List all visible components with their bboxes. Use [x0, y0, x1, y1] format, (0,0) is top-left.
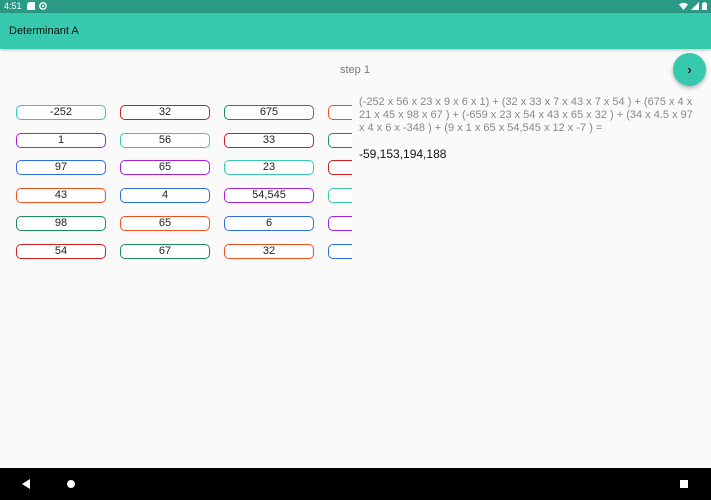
chevron-right-icon: › [687, 62, 692, 77]
determinant-result: -59,153,194,188 [359, 147, 447, 161]
matrix-cell[interactable]: 43 [16, 188, 106, 203]
next-step-button[interactable]: › [673, 53, 706, 86]
matrix-cell[interactable] [328, 188, 352, 203]
home-icon[interactable] [67, 480, 75, 488]
matrix-cell[interactable]: 675 [224, 105, 314, 120]
matrix-cell[interactable]: 23 [224, 160, 314, 175]
matrix-cell[interactable]: 1 [16, 133, 106, 148]
app-bar: Determinant A [0, 13, 711, 49]
battery-icon [702, 2, 707, 10]
matrix-cell[interactable]: 6 [224, 216, 314, 231]
matrix-cell[interactable]: 56 [120, 133, 210, 148]
matrix-cell[interactable]: 65 [120, 160, 210, 175]
matrix-cell[interactable] [328, 160, 352, 175]
determinant-formula: (-252 x 56 x 23 x 9 x 6 x 1) + (32 x 33 … [359, 96, 693, 134]
wifi-icon [679, 2, 688, 10]
matrix-cell[interactable]: -252 [16, 105, 106, 120]
matrix-cell[interactable]: 65 [120, 216, 210, 231]
status-right [679, 2, 707, 10]
matrix-cell[interactable]: 98 [16, 216, 106, 231]
matrix-cell[interactable]: 33 [224, 133, 314, 148]
matrix-cell[interactable]: 54 [16, 244, 106, 259]
status-bar: 4:51 [0, 0, 711, 13]
matrix-cell[interactable]: 4 [120, 188, 210, 203]
matrix-cell[interactable]: 67 [120, 244, 210, 259]
app-title: Determinant A [9, 25, 79, 37]
recent-apps-icon[interactable] [680, 480, 688, 488]
matrix-cell[interactable]: 54,545 [224, 188, 314, 203]
matrix-cell[interactable] [328, 105, 352, 120]
matrix-cell[interactable] [328, 133, 352, 148]
matrix-cell[interactable]: 32 [224, 244, 314, 259]
step-label: step 1 [340, 64, 370, 76]
matrix-cell[interactable] [328, 244, 352, 259]
matrix-cell[interactable]: 32 [120, 105, 210, 120]
sd-card-icon [27, 2, 35, 10]
matrix-grid: -252 32 675 1 56 33 97 65 23 43 4 54,545 98 65 6 54 67 32 [0, 96, 352, 276]
matrix-cell[interactable]: 97 [16, 160, 106, 175]
sync-icon [39, 2, 47, 10]
matrix-cell[interactable] [328, 216, 352, 231]
back-icon[interactable] [22, 479, 30, 489]
signal-icon [691, 2, 699, 10]
status-time: 4:51 [4, 1, 22, 11]
navigation-bar [0, 468, 711, 500]
